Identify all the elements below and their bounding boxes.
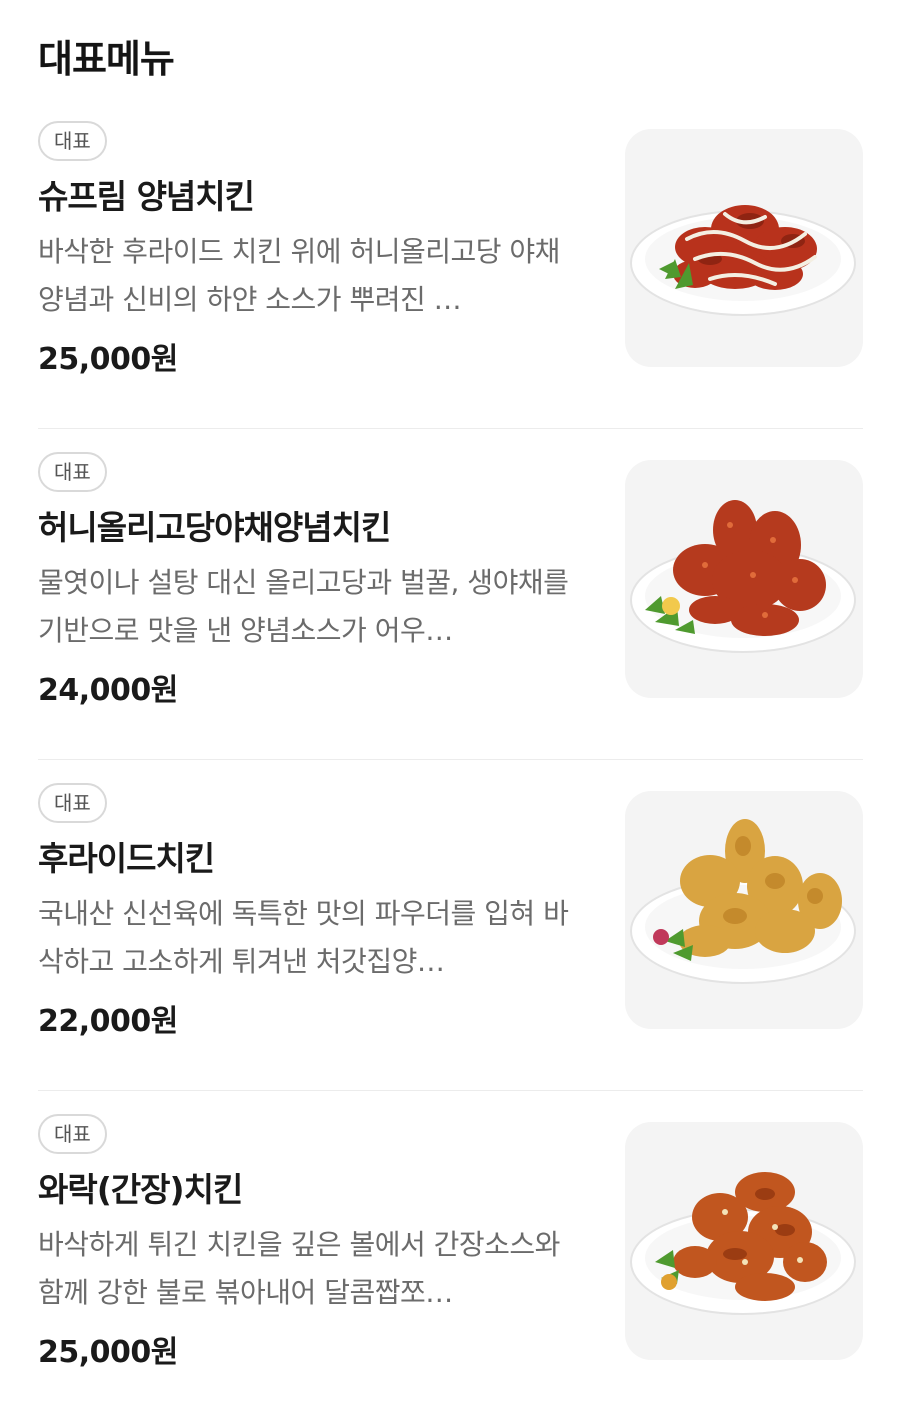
chicken-plate-icon [630, 500, 856, 653]
menu-item-supreme[interactable]: 대표 슈프림 양념치킨 바삭한 후라이드 치킨 위에 허니올리고당 야채양념과 … [38, 98, 863, 429]
signature-badge: 대표 [38, 783, 107, 823]
signature-badge: 대표 [38, 452, 107, 492]
signature-badge: 대표 [38, 1114, 107, 1154]
menu-item-price: 24,000원 [38, 673, 178, 708]
menu-item-name: 와락(간장)치킨 [38, 1170, 243, 1209]
menu-item-name: 슈프림 양념치킨 [38, 177, 255, 216]
menu-item-name: 허니올리고당야채양념치킨 [38, 508, 391, 547]
menu-item-name: 후라이드치킨 [38, 839, 215, 878]
menu-item-fried[interactable]: 대표 후라이드치킨 국내산 신선육에 독특한 맛의 파우더를 입혀 바삭하고 고… [38, 760, 863, 1091]
seasoned-chicken-image[interactable] [625, 460, 863, 698]
menu-item-description: 바삭하게 튀긴 치킨을 깊은 볼에서 간장소스와 함께 강한 불로 볶아내어 달… [38, 1228, 560, 1309]
menu-item-price: 25,000원 [38, 342, 178, 377]
supreme-seasoned-chicken-image[interactable] [625, 129, 863, 367]
signature-badge: 대표 [38, 121, 107, 161]
menu-item-price: 25,000원 [38, 1335, 178, 1370]
menu-item-description: 바삭한 후라이드 치킨 위에 허니올리고당 야채양념과 신비의 하얀 소스가 뿌… [38, 235, 560, 316]
chicken-plate-icon [630, 819, 856, 984]
menu-item-description: 국내산 신선육에 독특한 맛의 파우더를 입혀 바삭하고 고소하게 튀겨낸 처갓… [38, 897, 569, 978]
menu-list: 대표 슈프림 양념치킨 바삭한 후라이드 치킨 위에 허니올리고당 야채양념과 … [38, 98, 863, 1422]
menu-item-honey-oligo[interactable]: 대표 허니올리고당야채양념치킨 물엿이나 설탕 대신 올리고당과 벌꿀, 생야채… [38, 429, 863, 760]
menu-item-price: 22,000원 [38, 1004, 178, 1039]
chicken-plate-icon [630, 205, 856, 316]
menu-item-description: 물엿이나 설탕 대신 올리고당과 벌꿀, 생야채를 기반으로 맛을 낸 양념소스… [38, 566, 569, 647]
fried-chicken-image[interactable] [625, 791, 863, 1029]
soy-sauce-chicken-image[interactable] [625, 1122, 863, 1360]
chicken-plate-icon [630, 1172, 856, 1315]
section-title: 대표메뉴 [38, 37, 175, 81]
menu-item-warak-soy[interactable]: 대표 와락(간장)치킨 바삭하게 튀긴 치킨을 깊은 볼에서 간장소스와 함께 … [38, 1091, 863, 1422]
